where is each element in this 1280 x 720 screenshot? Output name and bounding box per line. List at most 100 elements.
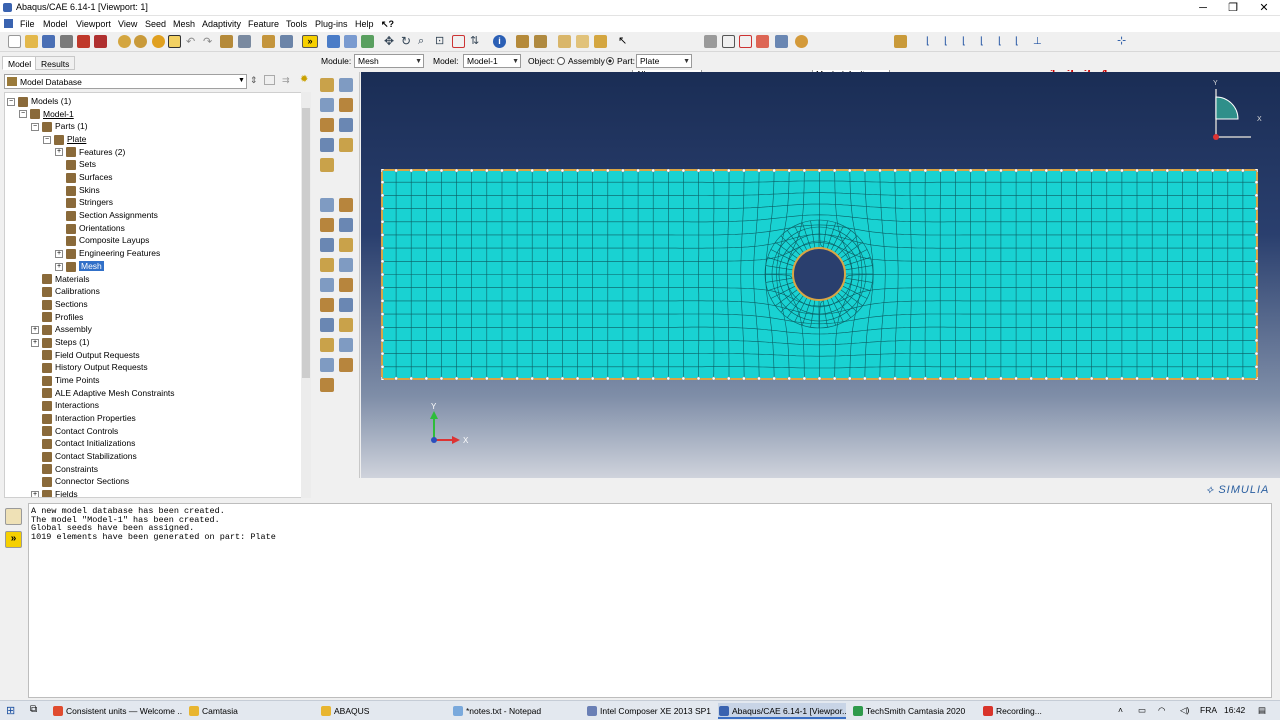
- database-select[interactable]: Model Database ▼: [4, 74, 247, 89]
- tab-results[interactable]: Results: [35, 56, 76, 70]
- assembly-radio[interactable]: [557, 57, 565, 65]
- tree-node[interactable]: + Features (2): [55, 146, 125, 158]
- restore-button[interactable]: ❐: [1222, 1, 1244, 15]
- taskbar-item[interactable]: Camtasia: [188, 703, 313, 719]
- windows-start-icon[interactable]: ⊞: [6, 704, 15, 717]
- edit-mesh-icon[interactable]: [320, 258, 334, 272]
- edit-mesh-icon[interactable]: [339, 258, 353, 272]
- clock[interactable]: 16:42: [1224, 705, 1245, 715]
- part-select[interactable]: Plate ▼: [636, 54, 692, 68]
- tree-node[interactable]: Constraints: [31, 463, 98, 475]
- seed-edge-icon[interactable]: [339, 98, 353, 112]
- tree-node[interactable]: ALE Adaptive Mesh Constraints: [31, 387, 175, 399]
- tree-node[interactable]: + Mesh: [55, 260, 104, 272]
- tree-node[interactable]: Interaction Properties: [31, 412, 136, 424]
- volume-icon[interactable]: ◁): [1180, 705, 1189, 716]
- view-shaded-icon[interactable]: [594, 35, 607, 48]
- language-indicator[interactable]: FRA: [1200, 705, 1217, 715]
- taskbar-item[interactable]: Recording...: [982, 703, 1092, 719]
- drag-shape-icon[interactable]: [722, 35, 735, 48]
- wifi-icon[interactable]: ◠: [1158, 705, 1165, 716]
- pan-icon[interactable]: ✥: [384, 35, 397, 48]
- expand-icon[interactable]: +: [55, 249, 63, 258]
- mesh-controls-icon[interactable]: [339, 118, 353, 132]
- part-radio[interactable]: [606, 57, 614, 65]
- menu-model[interactable]: Model: [43, 19, 68, 29]
- copy-icon[interactable]: [262, 35, 275, 48]
- transparency-icon[interactable]: [134, 35, 147, 48]
- datum-csys-icon[interactable]: [320, 338, 334, 352]
- select-tool-icon[interactable]: [168, 35, 181, 48]
- partition-icon[interactable]: [339, 278, 353, 292]
- tree-node[interactable]: Interactions: [31, 399, 99, 412]
- mesh-part-icon[interactable]: [339, 198, 353, 212]
- tree-node[interactable]: + Steps (1): [31, 336, 90, 348]
- axis-icon[interactable]: ⊥: [1033, 35, 1046, 48]
- menu-view[interactable]: View: [118, 19, 137, 29]
- task-view-icon[interactable]: ⧉: [30, 704, 37, 715]
- highlight-tree-icon[interactable]: ✹: [300, 74, 308, 85]
- taskbar-item[interactable]: Intel Composer XE 2013 SP1 I...: [586, 703, 714, 719]
- verify-mesh-icon[interactable]: [339, 238, 353, 252]
- tree-node[interactable]: − Models (1): [7, 95, 71, 107]
- seed-part-icon[interactable]: [339, 78, 353, 92]
- tree-node[interactable]: − Plate: [43, 133, 86, 145]
- model-select[interactable]: Model-1 ▼: [463, 54, 521, 68]
- info-icon[interactable]: i: [493, 35, 506, 48]
- menu-feature[interactable]: Feature: [248, 19, 279, 29]
- collapse-icon[interactable]: −: [43, 135, 51, 144]
- color-options-icon[interactable]: [894, 35, 907, 48]
- menu-plugins[interactable]: Plug-ins: [315, 19, 348, 29]
- view-iso-icon[interactable]: [576, 35, 589, 48]
- grid-icon[interactable]: [327, 35, 340, 48]
- viewport-manager-icon[interactable]: [238, 35, 251, 48]
- print-icon[interactable]: [60, 35, 73, 48]
- collapse-icon[interactable]: −: [31, 123, 39, 132]
- tab-model[interactable]: Model: [2, 56, 38, 70]
- taskbar-item[interactable]: ABAQUS: [320, 703, 445, 719]
- rotate-part-icon[interactable]: [118, 35, 131, 48]
- options-icon[interactable]: [280, 35, 293, 48]
- menu-adaptivity[interactable]: Adaptivity: [202, 19, 241, 29]
- whats-this-icon[interactable]: ↖?: [381, 19, 394, 30]
- csys-4-icon[interactable]: ⌊: [980, 35, 993, 48]
- minimize-button[interactable]: ─: [1192, 1, 1214, 15]
- tree-node[interactable]: Contact Stabilizations: [31, 450, 137, 462]
- tree-node[interactable]: Sets: [55, 158, 96, 171]
- sort-icon[interactable]: ⇕: [250, 75, 258, 86]
- save-icon[interactable]: [42, 35, 55, 48]
- box-zoom-icon[interactable]: ⊡: [435, 35, 448, 48]
- redo-icon[interactable]: ↷: [203, 35, 216, 48]
- cycle-views-icon[interactable]: ⇅: [470, 35, 483, 48]
- tree-node[interactable]: − Model-1: [19, 108, 74, 120]
- menu-viewport[interactable]: Viewport: [76, 19, 111, 29]
- select-options-icon[interactable]: [704, 35, 717, 48]
- box-select-icon[interactable]: [739, 35, 752, 48]
- tree-node[interactable]: Composite Layups: [55, 234, 149, 247]
- mesh-part-icon[interactable]: [320, 198, 334, 212]
- kernel-cli-icon[interactable]: »: [5, 531, 22, 548]
- csys-5-icon[interactable]: ⌊: [998, 35, 1011, 48]
- tree-node[interactable]: Time Points: [31, 374, 100, 386]
- tree-node[interactable]: Profiles: [31, 311, 83, 323]
- tree-node[interactable]: Field Output Requests: [31, 349, 140, 361]
- csys-6-icon[interactable]: ⌊: [1015, 35, 1028, 48]
- triad-icon[interactable]: ⊹: [1117, 35, 1130, 48]
- measure-icon[interactable]: [534, 35, 547, 48]
- element-type-icon[interactable]: [339, 138, 353, 152]
- seed-edge-icon[interactable]: [320, 98, 334, 112]
- delete-mesh-icon[interactable]: [339, 218, 353, 232]
- tree-node[interactable]: Skins: [55, 184, 100, 196]
- auto-fit-icon[interactable]: [452, 35, 465, 48]
- expand-icon[interactable]: +: [31, 325, 39, 334]
- undo-icon[interactable]: ↶: [186, 35, 199, 48]
- taskbar-item[interactable]: TechSmith Camtasia 2020: [852, 703, 977, 719]
- menu-mesh[interactable]: Mesh: [173, 19, 195, 29]
- tree-node[interactable]: Orientations: [55, 222, 125, 234]
- mesh-display-icon[interactable]: [344, 35, 357, 48]
- partition-icon[interactable]: [320, 278, 334, 292]
- close-button[interactable]: ✕: [1253, 1, 1275, 15]
- color-code-icon[interactable]: [795, 35, 808, 48]
- verify-mesh-icon[interactable]: [320, 238, 334, 252]
- tree-node[interactable]: Sections: [31, 298, 88, 310]
